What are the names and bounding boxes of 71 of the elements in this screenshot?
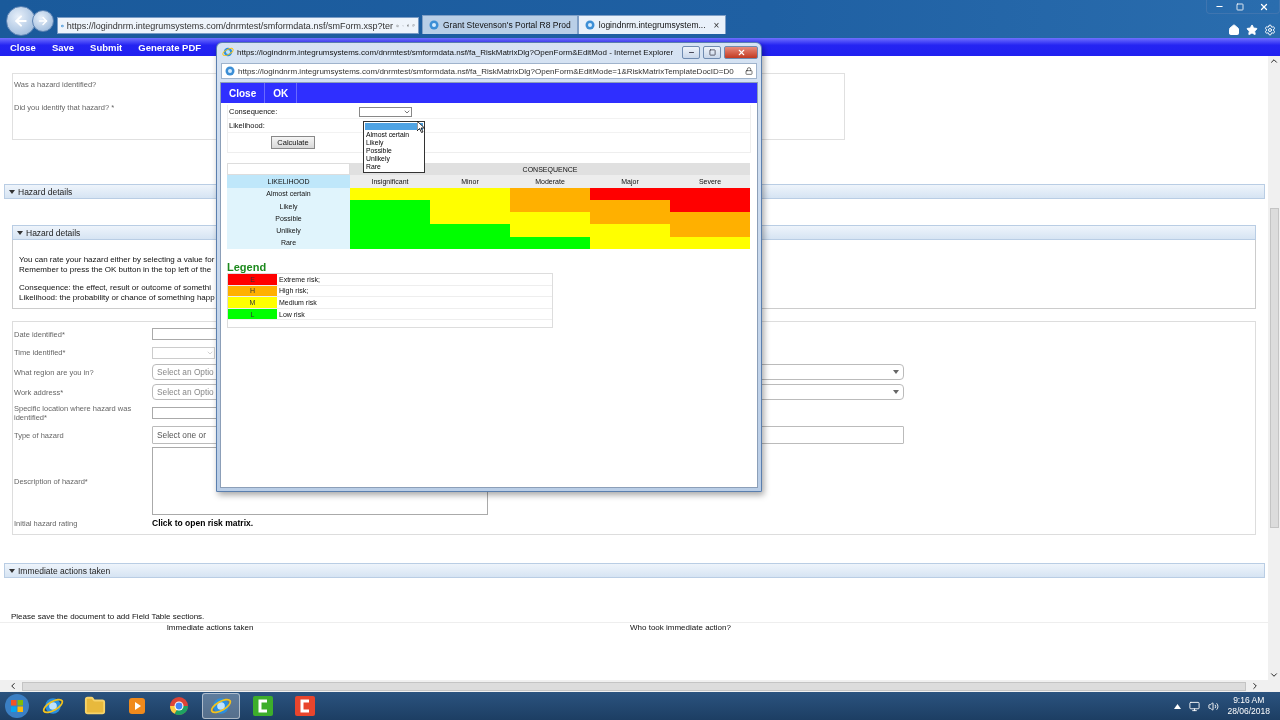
section-title: Hazard details: [18, 186, 73, 197]
media-player-icon[interactable]: [127, 696, 147, 716]
tray-arrow-icon[interactable]: [1174, 703, 1182, 709]
forward-button[interactable]: [32, 10, 54, 32]
help-text: You can rate your hazard either by selecting a value for: [19, 255, 215, 265]
chrome-icon[interactable]: [169, 696, 189, 716]
scrollbar-thumb[interactable]: [1269, 208, 1279, 528]
internet-explorer-icon[interactable]: [210, 695, 232, 717]
restore-icon: [1236, 2, 1244, 11]
section-title: Immediate actions taken: [18, 565, 111, 576]
help-text: Remember to press the OK button in the top left of the: [19, 264, 212, 274]
help-text: Likelihood: the probability or chance of something happ: [19, 292, 215, 302]
site-icon: [584, 20, 595, 30]
legend-title: Legend: [227, 261, 268, 274]
scroll-down-icon[interactable]: [1269, 670, 1279, 680]
caret-icon: [17, 230, 23, 235]
scroll-left-icon[interactable]: [8, 681, 18, 691]
highlighted-option[interactable]: [365, 123, 423, 130]
back-button[interactable]: [6, 6, 36, 36]
maximize-icon: [708, 48, 716, 56]
volume-icon[interactable]: [1208, 700, 1220, 712]
caret-icon: [893, 390, 899, 394]
toolbar-button[interactable]: OK: [265, 83, 298, 103]
home-icon[interactable]: [1228, 24, 1240, 36]
minimize-button[interactable]: [682, 45, 700, 59]
clock-time: 9:16 AM: [1233, 695, 1265, 706]
site-icon: [429, 20, 439, 30]
arrow-right-icon: [37, 15, 49, 27]
start-button[interactable]: [4, 693, 30, 719]
toolbar-button[interactable]: Close: [2, 41, 44, 53]
network-icon[interactable]: [1189, 700, 1201, 712]
maximize-button[interactable]: [703, 45, 721, 59]
cursor-icon: [417, 121, 425, 133]
toolbar-button[interactable]: Close: [221, 83, 266, 103]
caret-icon: [9, 189, 15, 194]
risk-matrix-link[interactable]: Click to open risk matrix.: [152, 518, 254, 528]
caret-icon: [9, 568, 15, 573]
column-header: Immediate actions taken: [166, 623, 254, 632]
internet-explorer-icon[interactable]: [42, 695, 64, 717]
info-text: Please save the document to add Field Table sections.: [11, 612, 206, 621]
subsection-title: Hazard details: [26, 227, 81, 238]
scrollbar-thumb[interactable]: [22, 681, 1246, 691]
browser-tab[interactable]: Grant Stevenson's Portal R8 Prod: [422, 15, 578, 34]
toolbar-button[interactable]: Submit: [82, 41, 131, 53]
lock-icon: [745, 67, 753, 75]
close-icon: [1259, 1, 1269, 12]
caret-icon: [893, 370, 899, 374]
scroll-up-icon[interactable]: [1269, 56, 1279, 66]
column-header: Who took immediate action?: [629, 623, 731, 632]
star-icon[interactable]: [1246, 24, 1258, 36]
address-text: https://logindnrm.integrumsystems.com/dnrmtest/smformdata.nsf/smForm.xsp?ter: [66, 20, 393, 31]
close-icon: [736, 47, 746, 57]
internet-explorer-icon: [222, 46, 234, 58]
toolbar-button[interactable]: Save: [43, 41, 83, 53]
clock-date: 28/06/2018: [1227, 706, 1270, 717]
tab-title: logindnrm.integrumsystem...: [598, 20, 706, 30]
site-icon: [225, 66, 235, 76]
help-text: Consequence: the effect, result or outcome of somethi: [19, 283, 211, 293]
address-text: https://logindnrm.integrumsystems.com/dnrmtest/smformdata.nsf/fa_RiskMatrixDlg?OpenForm&EditMode=1&RiskMatrixTemplateDocID=D0: [238, 66, 735, 76]
scroll-right-icon[interactable]: [1250, 681, 1260, 691]
dialog-title: https://logindnrm.integrumsystems.com/dnrmtest/smformdata.nsf/fa_RiskMatrixDlg?OpenForm&EditMod - Internet Explorer: [237, 47, 675, 57]
close-button[interactable]: [724, 45, 758, 59]
consequence-select[interactable]: [359, 106, 412, 117]
folder-icon[interactable]: [84, 695, 106, 717]
tab-close[interactable]: ×: [713, 19, 720, 31]
clock[interactable]: 9:16 AM 28/06/2018: [1227, 695, 1270, 717]
settings-icon[interactable]: [1264, 24, 1276, 36]
tab-title: Grant Stevenson's Portal R8 Prod: [443, 20, 571, 30]
toolbar-button[interactable]: Generate PDF: [130, 41, 210, 53]
browser-tab[interactable]: logindnrm.integrumsystem... ×: [577, 15, 727, 34]
section-header[interactable]: Immediate actions taken: [4, 563, 1265, 578]
